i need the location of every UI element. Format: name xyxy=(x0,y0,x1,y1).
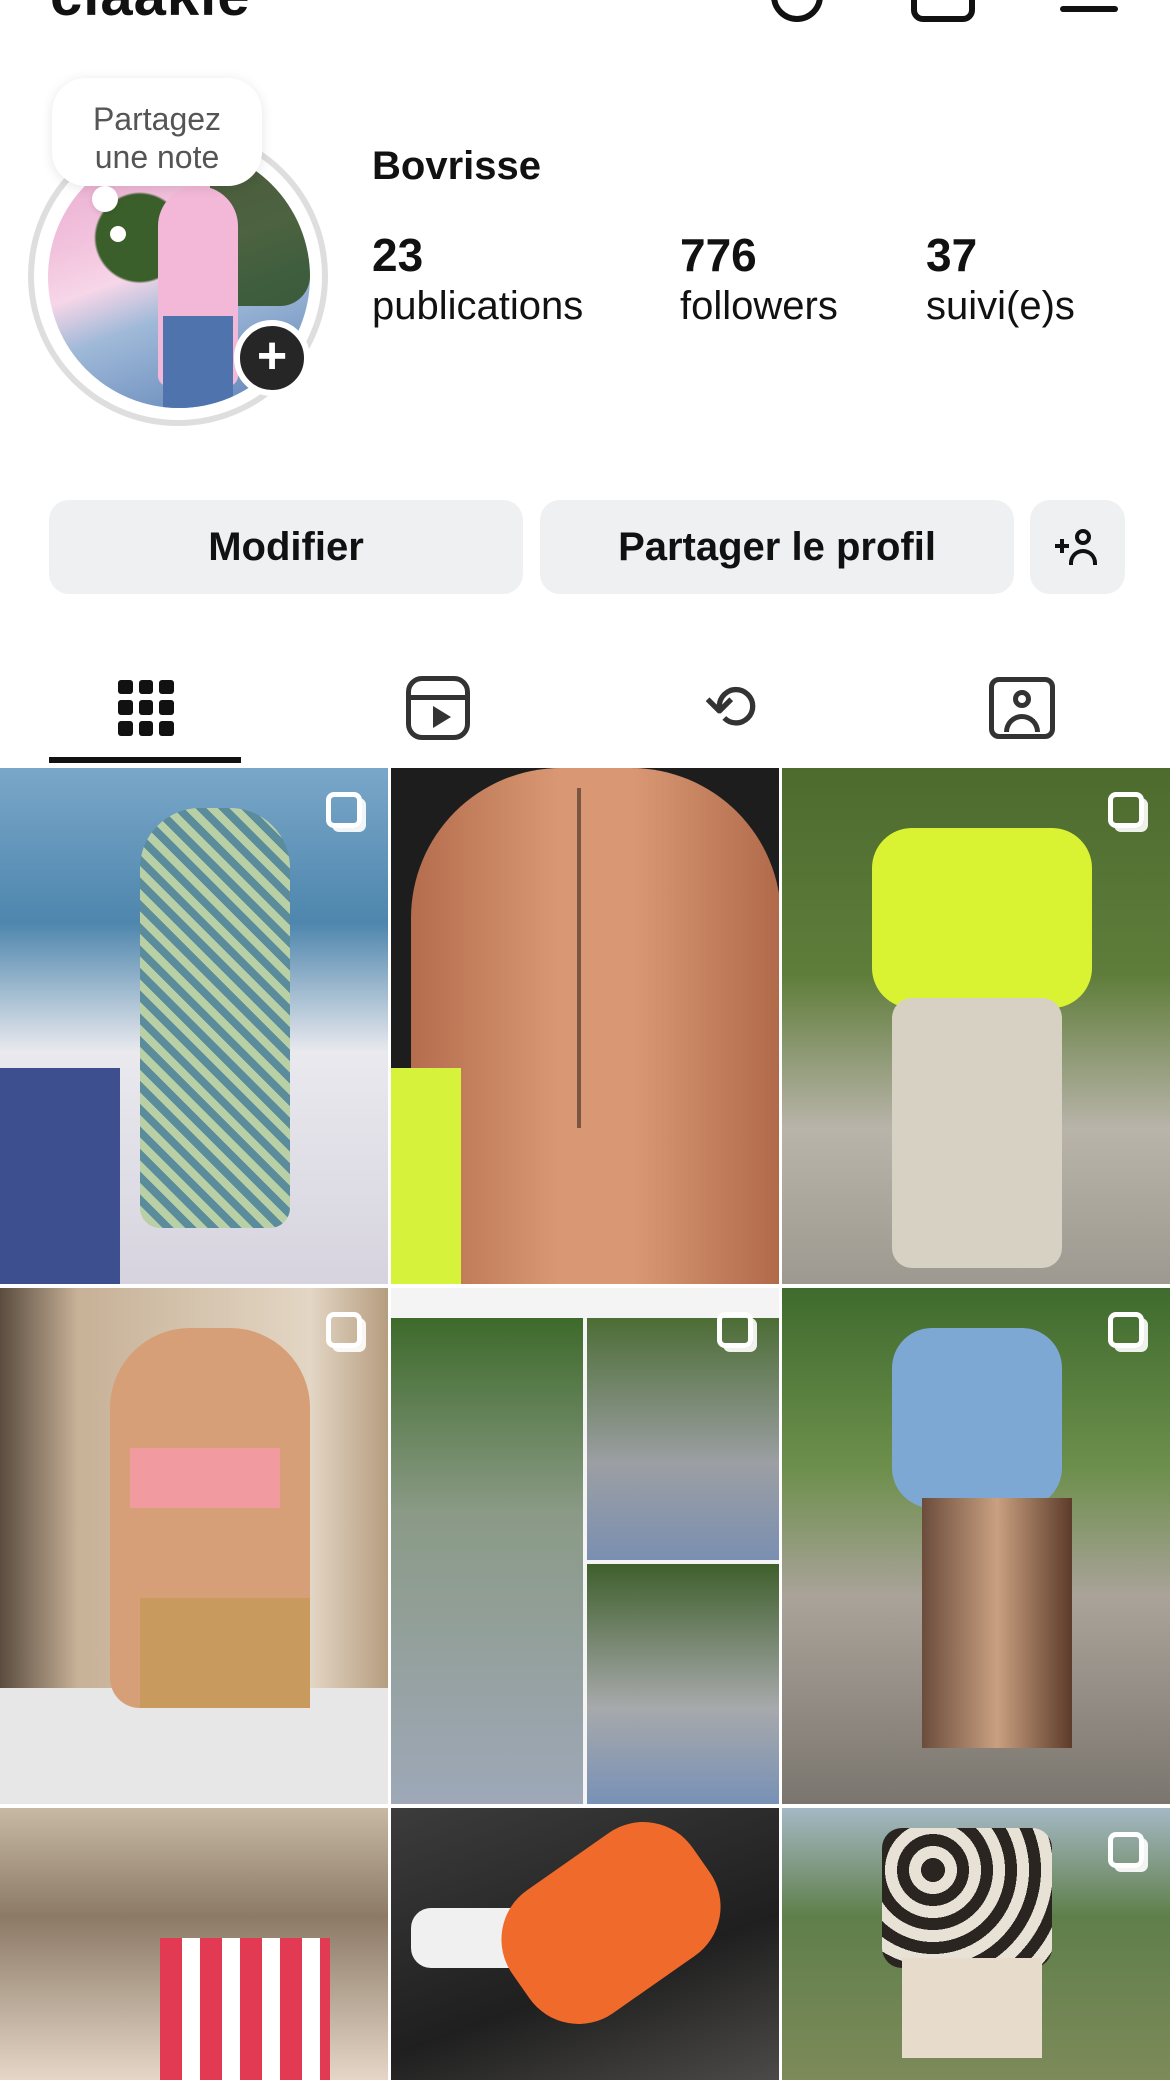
menu-icon[interactable] xyxy=(1060,6,1118,12)
carousel-icon xyxy=(717,1312,753,1348)
reels-icon xyxy=(406,675,470,740)
tab-posts[interactable] xyxy=(0,650,292,765)
stat-posts[interactable]: 23 publications xyxy=(372,228,583,330)
note-bubble-tail-small xyxy=(110,226,126,242)
following-count: 37 xyxy=(926,229,978,281)
grid-post-4[interactable] xyxy=(0,1288,388,1804)
stat-following[interactable]: 37 suivi(e)s xyxy=(926,228,1075,330)
carousel-icon xyxy=(1108,1312,1144,1348)
grid-post-5[interactable] xyxy=(391,1288,779,1804)
carousel-icon xyxy=(1108,792,1144,828)
tab-reposts[interactable]: ⟲ xyxy=(584,650,876,765)
edit-profile-button[interactable]: Modifier xyxy=(49,500,523,594)
grid-post-3[interactable] xyxy=(782,768,1170,1284)
note-line-1: Partagez xyxy=(92,101,222,137)
avatar-jeans xyxy=(163,316,233,408)
followers-label: followers xyxy=(680,284,838,328)
carousel-icon xyxy=(326,1312,362,1348)
active-tab-indicator xyxy=(49,757,241,763)
grid-post-6[interactable] xyxy=(782,1288,1170,1804)
share-profile-button[interactable]: Partager le profil xyxy=(540,500,1014,594)
grid-post-8[interactable] xyxy=(391,1808,779,2080)
posts-label: publications xyxy=(372,284,584,328)
tab-reels[interactable] xyxy=(292,650,584,765)
stat-followers[interactable]: 776 followers xyxy=(680,228,838,330)
posts-count: 23 xyxy=(372,229,424,281)
note-line-2: une note xyxy=(94,139,220,175)
grid-post-9[interactable] xyxy=(782,1808,1170,2080)
discover-people-button[interactable] xyxy=(1030,500,1125,594)
threads-icon[interactable] xyxy=(771,0,823,22)
following-label: suivi(e)s xyxy=(926,284,1075,328)
profile-tabs: ⟲ xyxy=(0,650,1170,765)
person-add-icon xyxy=(1054,527,1101,567)
grid-post-1[interactable] xyxy=(0,768,388,1284)
grid-post-2[interactable] xyxy=(391,768,779,1284)
note-bubble-tail xyxy=(92,186,118,212)
carousel-icon xyxy=(326,792,362,828)
followers-count: 776 xyxy=(680,229,757,281)
grid-post-7[interactable] xyxy=(0,1808,388,2080)
photo-grid xyxy=(0,768,1170,2080)
carousel-icon xyxy=(1108,1832,1144,1868)
tab-tagged[interactable] xyxy=(876,650,1168,765)
username[interactable]: claakie xyxy=(50,0,251,29)
grid-icon xyxy=(118,679,174,736)
display-name: Bovrisse xyxy=(372,144,541,188)
add-story-button[interactable]: + xyxy=(234,320,310,396)
top-bar: claakie xyxy=(0,0,1170,30)
repost-icon: ⟲ xyxy=(703,670,757,745)
create-post-icon[interactable] xyxy=(911,0,975,22)
tagged-icon xyxy=(989,676,1055,739)
note-bubble[interactable]: Partagez une note xyxy=(52,78,262,186)
